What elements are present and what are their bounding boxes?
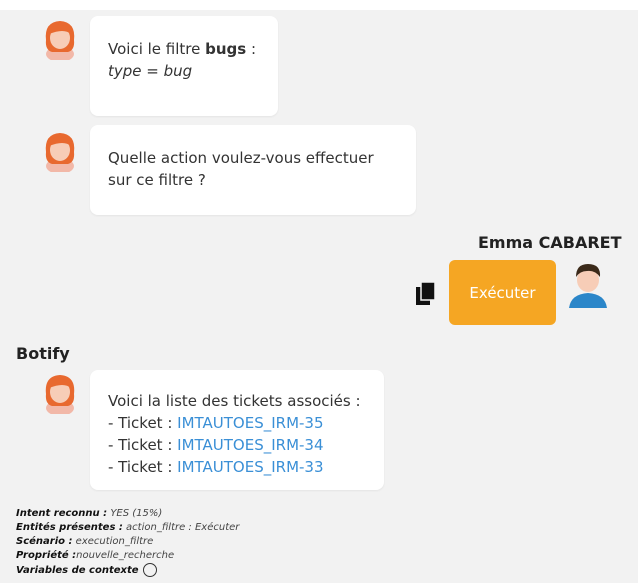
meta-value: action_filtre : Exécuter xyxy=(122,522,240,533)
info-icon[interactable] xyxy=(142,563,157,577)
bot-avatar xyxy=(45,375,75,414)
meta-value: nouvelle_recherche xyxy=(76,550,175,561)
list-item: - Ticket : IMTAUTOES_IRM-34 xyxy=(108,434,366,456)
bot-name: Botify xyxy=(16,344,70,363)
message-filter-bugs: Voici le filtre bugs : type = bug xyxy=(90,16,278,116)
message-text: sur ce filtre ? xyxy=(108,171,206,189)
list-item: - Ticket : IMTAUTOES_IRM-35 xyxy=(108,412,366,434)
bot-avatar xyxy=(45,133,75,172)
ticket-link[interactable]: IMTAUTOES_IRM-34 xyxy=(177,436,323,454)
execute-button-label: Exécuter xyxy=(469,283,536,302)
message-text: Voici le filtre xyxy=(108,40,206,58)
message-text: Quelle action voulez-vous effectuer xyxy=(108,149,374,167)
message-text: Voici la liste des tickets associés : xyxy=(108,392,361,410)
meta-value: execution_filtre xyxy=(72,536,154,547)
ticket-link[interactable]: IMTAUTOES_IRM-33 xyxy=(177,458,323,476)
ticket-prefix: - Ticket : xyxy=(108,458,178,476)
bot-avatar xyxy=(45,21,75,60)
execute-button[interactable]: Exécuter xyxy=(449,260,556,325)
user-name: Emma CABARET xyxy=(478,233,622,252)
user-avatar xyxy=(569,264,607,308)
ticket-prefix: - Ticket : xyxy=(108,414,178,432)
nlu-debug-info: Intent reconnu : YES (15%) Entités prése… xyxy=(16,507,239,578)
message-text: : xyxy=(246,40,257,58)
message-ticket-list: Voici la liste des tickets associés : - … xyxy=(90,370,384,490)
list-item: - Ticket : IMTAUTOES_IRM-33 xyxy=(108,456,366,478)
meta-value: YES (15%) xyxy=(107,508,163,519)
ticket-prefix: - Ticket : xyxy=(108,436,178,454)
meta-key: Intent reconnu : xyxy=(16,508,108,519)
ticket-link[interactable]: IMTAUTOES_IRM-35 xyxy=(177,414,323,432)
meta-key: Entités présentes : xyxy=(16,522,123,533)
meta-key: Propriété : xyxy=(16,550,77,561)
top-divider xyxy=(0,0,638,10)
context-variables-toggle[interactable]: Variables de contexte xyxy=(16,565,139,576)
filter-definition: type = bug xyxy=(108,62,193,80)
filter-name: bugs xyxy=(205,40,247,58)
message-action-question: Quelle action voulez-vous effectuer sur … xyxy=(90,125,416,215)
meta-key: Scénario : xyxy=(16,536,73,547)
copy-icon[interactable] xyxy=(414,280,438,308)
